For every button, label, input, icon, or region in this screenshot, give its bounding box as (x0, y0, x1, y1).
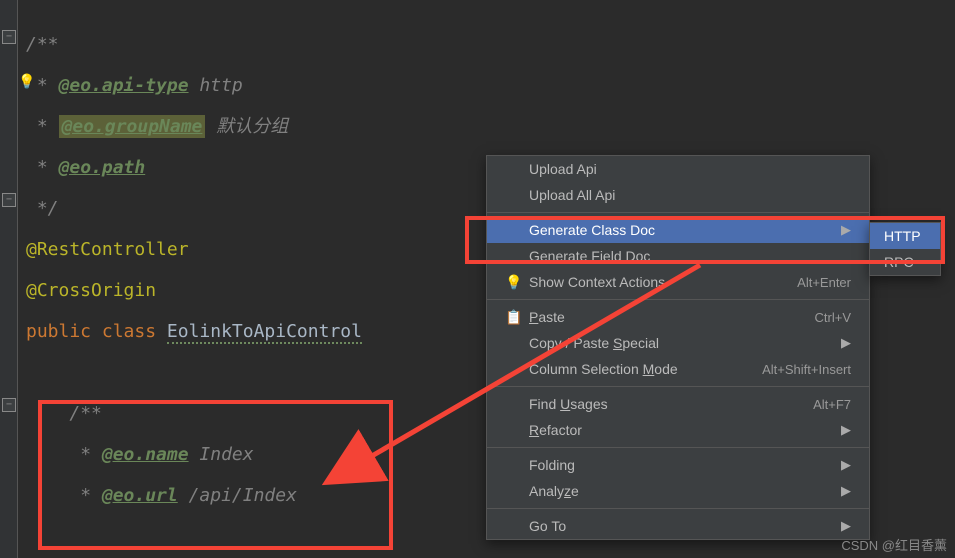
doc-tag: @eo.path (59, 157, 146, 178)
paste-icon: 📋 (505, 309, 523, 326)
code-line: * @eo.api-type http (26, 65, 955, 106)
menu-paste[interactable]: 📋 Paste Ctrl+V (487, 304, 869, 330)
code-line: * @eo.groupName 默认分组 (26, 106, 955, 147)
shortcut-text: Alt+Shift+Insert (762, 362, 851, 377)
menu-find-usages[interactable]: Find Usages Alt+F7 (487, 391, 869, 417)
context-menu: Upload Api Upload All Api Generate Class… (486, 155, 870, 540)
menu-separator (487, 508, 869, 509)
menu-separator (487, 386, 869, 387)
menu-folding[interactable]: Folding ▶ (487, 452, 869, 478)
menu-generate-class-doc[interactable]: Generate Class Doc ▶ (487, 217, 869, 243)
shortcut-text: Ctrl+V (815, 310, 851, 325)
fold-minus-icon[interactable]: − (2, 30, 16, 44)
menu-upload-api[interactable]: Upload Api (487, 156, 869, 182)
menu-upload-all[interactable]: Upload All Api (487, 182, 869, 208)
submenu-http-rpc: HTTP RPC (869, 222, 941, 276)
annotation: @CrossOrigin (26, 280, 156, 301)
shortcut-text: Alt+Enter (797, 275, 851, 290)
lightbulb-icon: 💡 (505, 274, 523, 291)
fold-minus-icon[interactable]: − (2, 193, 16, 207)
chevron-right-icon: ▶ (841, 222, 851, 238)
doc-tag: @eo.groupName (59, 115, 206, 138)
submenu-rpc[interactable]: RPC (870, 249, 940, 275)
code-line: /** (26, 24, 955, 65)
menu-analyze[interactable]: Analyze ▶ (487, 478, 869, 504)
menu-separator (487, 447, 869, 448)
annotation: @RestController (26, 239, 189, 260)
menu-copy-paste-special[interactable]: Copy / Paste Special ▶ (487, 330, 869, 356)
editor-gutter: − 💡 − − (0, 0, 18, 558)
menu-generate-field-doc[interactable]: Generate Field Doc (487, 243, 869, 269)
menu-separator (487, 212, 869, 213)
doc-tag: @eo.url (102, 485, 178, 506)
menu-column-selection[interactable]: Column Selection Mode Alt+Shift+Insert (487, 356, 869, 382)
chevron-right-icon: ▶ (841, 457, 851, 473)
menu-separator (487, 299, 869, 300)
watermark: CSDN @红目香薰 (841, 535, 947, 554)
chevron-right-icon: ▶ (841, 483, 851, 499)
doc-tag: @eo.api-type (59, 75, 189, 96)
chevron-right-icon: ▶ (841, 335, 851, 351)
chevron-right-icon: ▶ (841, 518, 851, 534)
menu-goto[interactable]: Go To ▶ (487, 513, 869, 539)
fold-minus-icon[interactable]: − (2, 398, 16, 412)
submenu-http[interactable]: HTTP (870, 223, 940, 249)
shortcut-text: Alt+F7 (813, 397, 851, 412)
menu-refactor[interactable]: Refactor ▶ (487, 417, 869, 443)
doc-tag: @eo.name (102, 444, 189, 465)
menu-context-actions[interactable]: 💡 Show Context Actions Alt+Enter (487, 269, 869, 295)
chevron-right-icon: ▶ (841, 422, 851, 438)
class-name: EolinkToApiControl (167, 321, 362, 344)
